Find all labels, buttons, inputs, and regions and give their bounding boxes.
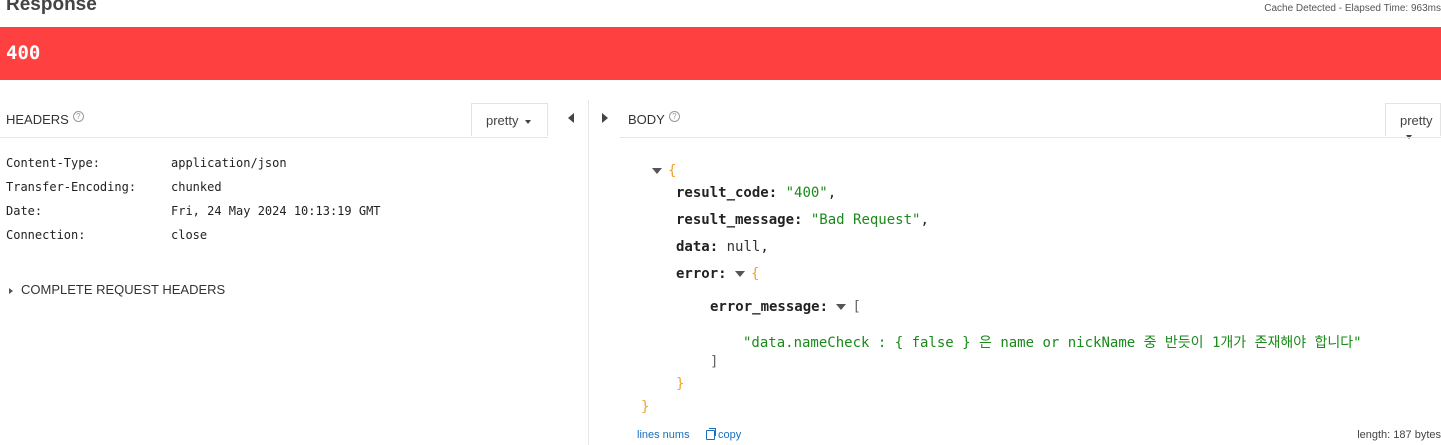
json-null: null [726, 239, 761, 255]
collapse-toggle-icon[interactable] [735, 271, 746, 277]
length-info: length: 187 bytes [1357, 429, 1441, 441]
header-value: application/json [171, 156, 287, 170]
lines-nums-link[interactable]: lines nums [637, 429, 690, 441]
panel-divider [588, 100, 589, 445]
copy-link[interactable]: copy [706, 428, 742, 441]
header-row: Date: Fri, 24 May 2024 10:13:19 GMT [0, 204, 580, 220]
complete-request-headers-toggle[interactable]: COMPLETE REQUEST HEADERS [9, 282, 225, 297]
header-value: chunked [171, 180, 222, 194]
chevron-down-icon [524, 119, 531, 124]
json-key: result_code: [676, 185, 778, 201]
json-bracket: ] [710, 354, 719, 370]
complete-request-headers-label: COMPLETE REQUEST HEADERS [21, 282, 226, 297]
caret-right-icon [9, 287, 13, 294]
header-value: close [171, 228, 208, 242]
status-code: 400 [6, 42, 41, 64]
json-line: } [676, 376, 684, 392]
body-divider [620, 137, 1441, 138]
header-value: Fri, 24 May 2024 10:13:19 GMT [171, 204, 381, 218]
json-brace: { [668, 163, 677, 179]
json-brace: } [676, 376, 685, 392]
collapse-left-icon[interactable] [568, 113, 574, 123]
header-key: Content-Type: [6, 156, 100, 170]
header-row: Connection: close [0, 228, 580, 244]
json-line: "data.nameCheck : { false } 은 name or ni… [743, 332, 1362, 352]
json-line: } [641, 399, 649, 415]
json-string: "Bad Request" [810, 212, 921, 228]
json-line: error: { [676, 266, 759, 282]
json-root-line: { [652, 163, 676, 179]
json-brace: } [641, 399, 650, 415]
headers-pretty-label: pretty [486, 113, 519, 128]
header-key: Date: [6, 204, 43, 218]
header-row: Transfer-Encoding: chunked [0, 180, 580, 196]
help-icon[interactable]: ? [72, 111, 84, 122]
headers-label: HEADERS? [6, 111, 84, 127]
json-key: data: [676, 239, 719, 255]
collapse-toggle-icon[interactable] [836, 304, 847, 310]
help-icon[interactable]: ? [668, 111, 680, 122]
body-label: BODY? [628, 111, 680, 127]
body-title: BODY [628, 112, 665, 127]
json-line: error_message: [ [710, 299, 861, 315]
copy-label: copy [718, 429, 742, 441]
json-line: result_code: "400", [676, 185, 837, 201]
json-brace: { [751, 266, 760, 282]
header-key: Transfer-Encoding: [6, 180, 137, 194]
headers-pretty-dropdown[interactable]: pretty [471, 103, 548, 136]
expand-right-icon[interactable] [602, 113, 608, 123]
json-line: data: null, [676, 239, 769, 255]
status-bar: 400 [0, 27, 1441, 80]
json-key: error: [676, 266, 727, 282]
collapse-toggle-icon[interactable] [652, 168, 662, 174]
body-pretty-label: pretty [1400, 113, 1433, 128]
json-line: ] [710, 354, 718, 370]
json-key: error_message: [710, 299, 829, 315]
response-title: Response [6, 0, 97, 15]
copy-icon [706, 428, 716, 441]
headers-divider [0, 137, 548, 138]
json-string: "400" [785, 185, 828, 201]
headers-title: HEADERS [6, 112, 69, 127]
cache-elapsed-info: Cache Detected - Elapsed Time: 963ms [1264, 3, 1441, 14]
json-key: result_message: [676, 212, 803, 228]
header-key: Connection: [6, 228, 86, 242]
body-pretty-dropdown[interactable]: pretty [1385, 103, 1441, 139]
json-string: "data.nameCheck : { false } 은 name or ni… [743, 335, 1362, 351]
json-bracket: [ [852, 299, 861, 315]
json-line: result_message: "Bad Request", [676, 212, 929, 228]
header-row: Content-Type: application/json [0, 156, 580, 172]
